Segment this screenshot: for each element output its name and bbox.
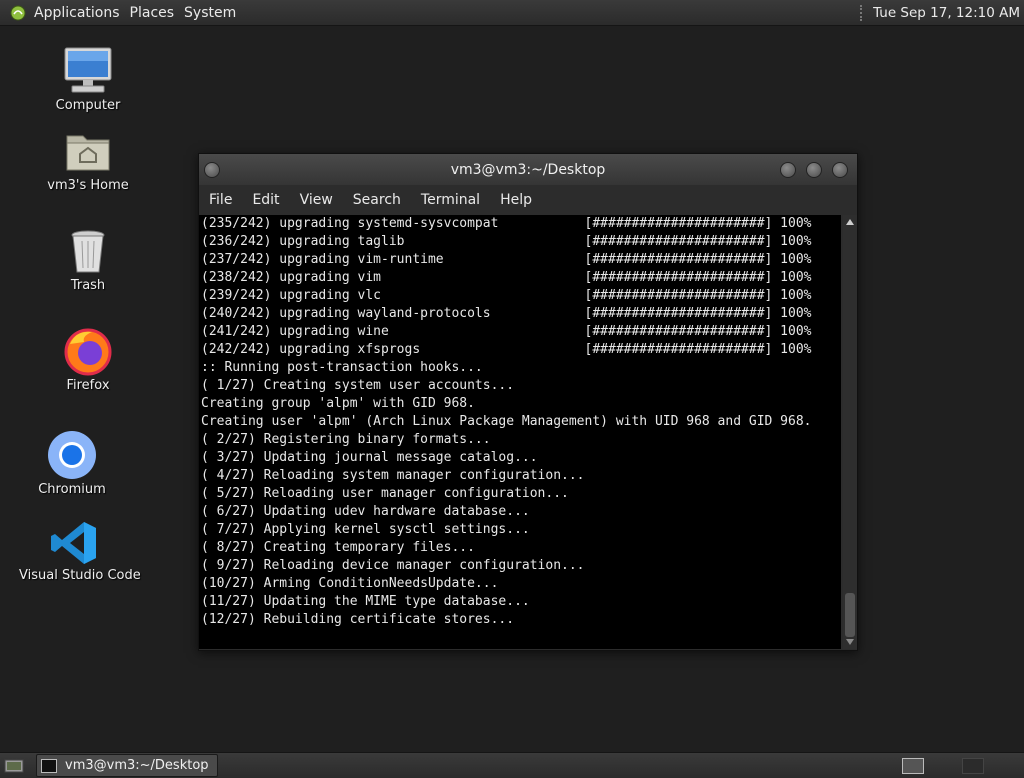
desktop-icon-label: Visual Studio Code bbox=[19, 568, 141, 583]
terminal-line: (240/242) upgrading wayland-protocols [#… bbox=[201, 306, 812, 321]
terminal-line: ( 9/27) Reloading device manager configu… bbox=[201, 558, 585, 573]
terminal-line: (235/242) upgrading systemd-sysvcompat [… bbox=[201, 216, 812, 231]
scrollbar-thumb[interactable] bbox=[845, 593, 855, 637]
terminal-line: (237/242) upgrading vim-runtime [#######… bbox=[201, 252, 812, 267]
desktop-icon-label: vm3's Home bbox=[47, 178, 129, 193]
menu-file[interactable]: File bbox=[199, 192, 242, 208]
top-panel: Applications Places System Tue Sep 17, 1… bbox=[0, 0, 1024, 26]
scroll-up-arrow-icon[interactable] bbox=[846, 219, 854, 225]
terminal-line: (11/27) Updating the MIME type database.… bbox=[201, 594, 530, 609]
mate-logo-icon[interactable] bbox=[10, 5, 26, 21]
terminal-line: (239/242) upgrading vlc [###############… bbox=[201, 288, 812, 303]
menu-help[interactable]: Help bbox=[490, 192, 542, 208]
menu-edit[interactable]: Edit bbox=[242, 192, 289, 208]
maximize-button[interactable] bbox=[806, 162, 822, 178]
clock[interactable]: Tue Sep 17, 12:10 AM bbox=[873, 5, 1020, 21]
desktop-icon-label: Firefox bbox=[66, 378, 110, 393]
terminal-line: ( 8/27) Creating temporary files... bbox=[201, 540, 475, 555]
terminal-line: Creating group 'alpm' with GID 968. bbox=[201, 396, 475, 411]
terminal-line: Creating user 'alpm' (Arch Linux Package… bbox=[201, 414, 812, 429]
terminal-output[interactable]: (235/242) upgrading systemd-sysvcompat [… bbox=[199, 215, 841, 649]
terminal-line: (242/242) upgrading xfsprogs [##########… bbox=[201, 342, 812, 357]
trash-icon bbox=[71, 230, 105, 273]
desktop-icon-label: Computer bbox=[55, 98, 121, 113]
taskbar-item-label: vm3@vm3:~/Desktop bbox=[65, 758, 209, 773]
places-menu[interactable]: Places bbox=[128, 5, 183, 21]
terminal-line: ( 1/27) Creating system user accounts... bbox=[201, 378, 515, 393]
terminal-menubar: File Edit View Search Terminal Help bbox=[199, 185, 857, 215]
terminal-line: (238/242) upgrading vim [###############… bbox=[201, 270, 812, 285]
terminal-line: ( 7/27) Applying kernel sysctl settings.… bbox=[201, 522, 530, 537]
desktop-icon-vscode[interactable]: Visual Studio Code bbox=[19, 520, 141, 583]
desktop-icon-chromium[interactable]: Chromium bbox=[17, 430, 127, 497]
system-menu[interactable]: System bbox=[182, 5, 244, 21]
desktop-icon-computer[interactable]: Computer bbox=[33, 44, 143, 113]
terminal-line: (12/27) Rebuilding certificate stores... bbox=[201, 612, 515, 627]
workspace-1[interactable] bbox=[902, 758, 924, 774]
terminal-window: vm3@vm3:~/Desktop File Edit View Search … bbox=[198, 153, 858, 651]
menu-view[interactable]: View bbox=[290, 192, 343, 208]
chromium-icon bbox=[48, 431, 96, 479]
workspace-2[interactable] bbox=[962, 758, 984, 774]
applications-menu[interactable]: Applications bbox=[32, 5, 128, 21]
bottom-panel: vm3@vm3:~/Desktop bbox=[0, 752, 1024, 778]
desktop-icon-trash[interactable]: Trash bbox=[33, 226, 143, 293]
desktop-icon-label: Chromium bbox=[38, 482, 106, 497]
firefox-icon bbox=[64, 328, 112, 376]
window-titlebar[interactable]: vm3@vm3:~/Desktop bbox=[199, 154, 857, 185]
desktop-icon-home[interactable]: vm3's Home bbox=[33, 126, 143, 193]
computer-icon bbox=[64, 47, 112, 93]
terminal-line: (241/242) upgrading wine [##############… bbox=[201, 324, 812, 339]
terminal-line: (236/242) upgrading taglib [############… bbox=[201, 234, 812, 249]
vscode-icon bbox=[51, 522, 96, 564]
taskbar-item-terminal[interactable]: vm3@vm3:~/Desktop bbox=[36, 754, 218, 777]
terminal-line: ( 6/27) Updating udev hardware database.… bbox=[201, 504, 530, 519]
desktop-icon-label: Trash bbox=[70, 278, 106, 293]
close-button[interactable] bbox=[832, 162, 848, 178]
desktop-icon-firefox[interactable]: Firefox bbox=[33, 326, 143, 393]
menu-search[interactable]: Search bbox=[343, 192, 411, 208]
terminal-line: ( 5/27) Reloading user manager configura… bbox=[201, 486, 569, 501]
terminal-line: :: Running post-transaction hooks... bbox=[201, 360, 483, 375]
terminal-line: ( 4/27) Reloading system manager configu… bbox=[201, 468, 585, 483]
menu-terminal[interactable]: Terminal bbox=[411, 192, 490, 208]
terminal-line: ( 3/27) Updating journal message catalog… bbox=[201, 450, 538, 465]
show-desktop-icon[interactable] bbox=[4, 758, 24, 774]
terminal-scrollbar[interactable] bbox=[843, 215, 857, 649]
terminal-icon bbox=[41, 758, 57, 773]
home-folder-icon bbox=[66, 135, 110, 171]
scroll-down-arrow-icon[interactable] bbox=[846, 639, 854, 645]
minimize-button[interactable] bbox=[780, 162, 796, 178]
terminal-line: ( 2/27) Registering binary formats... bbox=[201, 432, 491, 447]
window-title: vm3@vm3:~/Desktop bbox=[450, 161, 606, 178]
terminal-line: (10/27) Arming ConditionNeedsUpdate... bbox=[201, 576, 499, 591]
panel-handle[interactable] bbox=[860, 4, 865, 21]
